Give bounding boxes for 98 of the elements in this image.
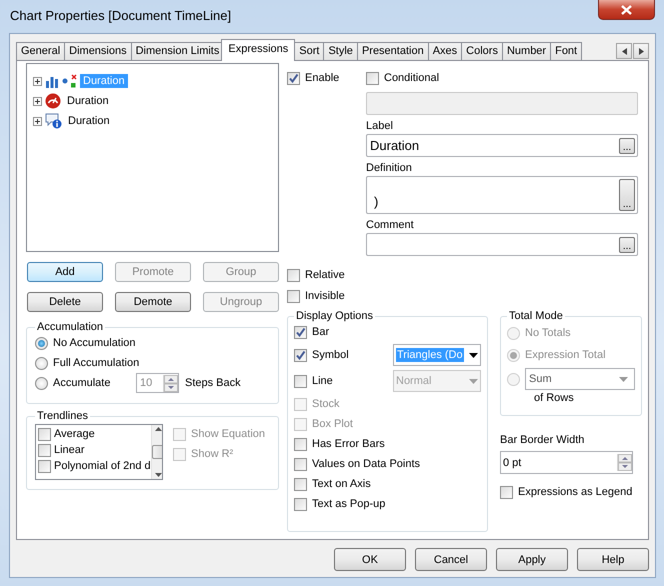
browse-button[interactable]: ... bbox=[619, 236, 635, 252]
radio-label: No Totals bbox=[525, 327, 571, 339]
action-button[interactable]: Delete bbox=[27, 292, 103, 312]
scrollbar[interactable] bbox=[150, 425, 162, 479]
expand-icon[interactable] bbox=[33, 116, 42, 126]
dialog-button[interactable]: Cancel bbox=[415, 548, 487, 571]
radio-label: No Accumulation bbox=[53, 337, 136, 349]
checkbox-label: Enable bbox=[305, 72, 340, 84]
checkbox-label: Show R² bbox=[191, 448, 234, 460]
text-field[interactable]: ) ... bbox=[366, 176, 638, 214]
comment-info-icon bbox=[45, 113, 62, 129]
spinner-icon[interactable] bbox=[163, 374, 178, 392]
checkbox[interactable] bbox=[294, 458, 307, 470]
caret-up-icon[interactable] bbox=[154, 427, 162, 431]
radio-button[interactable] bbox=[35, 356, 48, 370]
checkbox[interactable] bbox=[287, 290, 300, 302]
dialog-button[interactable]: Apply bbox=[496, 548, 568, 571]
tab[interactable]: General bbox=[16, 42, 66, 61]
caret-down-icon[interactable] bbox=[154, 473, 162, 477]
checkbox-label: Relative bbox=[305, 269, 345, 281]
window-title: Chart Properties [Document TimeLine] bbox=[10, 8, 232, 23]
tree-item[interactable]: Duration bbox=[65, 114, 113, 128]
checkbox-label: Show Equation bbox=[191, 428, 265, 440]
radio-label: Full Accumulation bbox=[53, 357, 140, 369]
checkbox[interactable] bbox=[294, 498, 307, 510]
radio-label: Accumulate bbox=[53, 377, 110, 389]
radio-button[interactable] bbox=[35, 376, 48, 390]
tab[interactable]: Number bbox=[502, 42, 552, 61]
dropdown-arrow-icon bbox=[469, 378, 478, 384]
action-button[interactable]: Add bbox=[27, 262, 103, 282]
checkbox[interactable] bbox=[287, 268, 300, 282]
tab[interactable]: Font bbox=[550, 42, 582, 61]
tab[interactable]: Presentation bbox=[356, 42, 429, 61]
text-field[interactable]: Duration ... bbox=[366, 134, 638, 157]
browse-button[interactable]: ... bbox=[619, 138, 635, 154]
checkbox[interactable] bbox=[294, 326, 307, 338]
tab[interactable]: Dimensions bbox=[64, 42, 132, 61]
checkbox-label: Invisible bbox=[305, 290, 345, 302]
checkbox-label: Box Plot bbox=[312, 418, 353, 430]
checkbox-label: Text as Pop-up bbox=[312, 498, 386, 510]
list-item[interactable]: Average bbox=[54, 428, 95, 440]
expand-icon[interactable] bbox=[33, 76, 42, 86]
dialog-button[interactable]: Help bbox=[577, 548, 649, 571]
browse-button[interactable]: ... bbox=[619, 179, 635, 211]
bar-chart-icon bbox=[45, 74, 59, 88]
dialog-button[interactable]: OK bbox=[334, 548, 406, 571]
checkbox[interactable] bbox=[500, 486, 513, 498]
checkbox[interactable] bbox=[38, 460, 51, 472]
tree-item[interactable]: Duration bbox=[64, 94, 112, 108]
action-button[interactable]: Demote bbox=[115, 292, 191, 312]
list-item[interactable]: Polynomial of 2nd d bbox=[54, 460, 151, 472]
close-button[interactable] bbox=[598, 0, 655, 20]
bar-border-width-field[interactable]: 0 pt bbox=[500, 451, 633, 474]
tab[interactable]: Style bbox=[323, 42, 358, 61]
checkbox[interactable] bbox=[287, 72, 300, 84]
text-field[interactable]: ... bbox=[366, 233, 638, 256]
checkbox-label: Text on Axis bbox=[312, 478, 371, 490]
checkbox[interactable] bbox=[294, 438, 307, 450]
checkbox-label: Bar bbox=[312, 326, 330, 338]
expand-icon[interactable] bbox=[33, 96, 42, 106]
checkbox-label: Stock bbox=[312, 398, 340, 410]
of-rows-label: of Rows bbox=[533, 392, 575, 406]
group-title: Total Mode bbox=[508, 310, 564, 322]
checkbox-label: Symbol bbox=[312, 349, 350, 361]
radio-label: Expression Total bbox=[525, 349, 606, 361]
radio-button[interactable] bbox=[35, 336, 48, 350]
caret-left-icon bbox=[622, 48, 626, 54]
field-label: Label bbox=[366, 120, 394, 132]
tab[interactable]: Expressions bbox=[221, 39, 296, 61]
checkbox[interactable] bbox=[294, 374, 307, 388]
group-title: Accumulation bbox=[36, 321, 104, 333]
tab[interactable]: Colors bbox=[461, 42, 503, 61]
checkbox[interactable] bbox=[366, 72, 379, 84]
checkbox-label: Values on Data Points bbox=[312, 458, 420, 470]
checkbox[interactable] bbox=[38, 428, 51, 440]
close-icon bbox=[621, 4, 632, 14]
field-label: Definition bbox=[366, 162, 413, 174]
checkbox[interactable] bbox=[294, 478, 307, 490]
scroll-right-button[interactable] bbox=[633, 43, 649, 59]
checkbox-label: Line bbox=[312, 375, 334, 387]
gauge-icon bbox=[45, 93, 61, 109]
field-label: Bar Border Width bbox=[500, 434, 586, 446]
checkbox-label: Conditional bbox=[384, 72, 440, 84]
checkbox[interactable] bbox=[38, 444, 51, 456]
checkbox-label: Expressions as Legend bbox=[518, 486, 632, 498]
scroll-left-button[interactable] bbox=[616, 43, 632, 59]
list-item[interactable]: Linear bbox=[54, 444, 85, 456]
spinner-icon[interactable] bbox=[617, 454, 632, 471]
symbols-icon bbox=[62, 74, 77, 88]
group-title: Trendlines bbox=[36, 410, 89, 422]
dropdown-arrow-icon bbox=[469, 352, 478, 358]
steps-label: Steps Back bbox=[185, 377, 241, 389]
caret-right-icon bbox=[638, 48, 644, 54]
dropdown-arrow-icon bbox=[619, 376, 628, 382]
checkbox[interactable] bbox=[294, 348, 307, 362]
group-title: Display Options bbox=[295, 310, 374, 322]
checkbox-label: Has Error Bars bbox=[312, 438, 385, 450]
field-label: Comment bbox=[366, 219, 415, 231]
